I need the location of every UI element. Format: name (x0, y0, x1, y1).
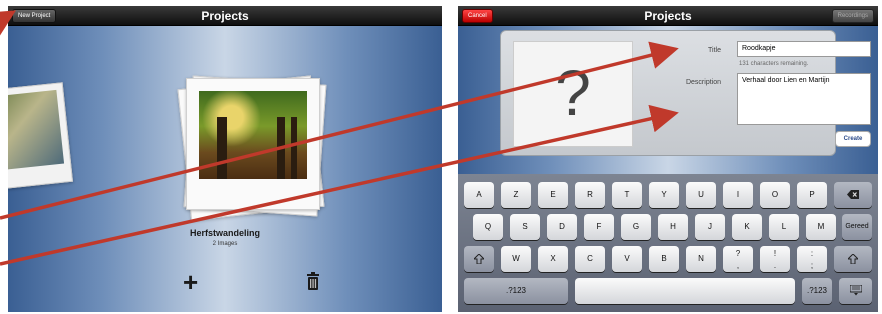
create-button[interactable]: Create (835, 131, 871, 147)
recordings-button[interactable]: Recordings (831, 9, 874, 23)
shift-key-right[interactable] (834, 246, 872, 272)
key-q[interactable]: Q (473, 214, 503, 240)
composite-screenshot: New Project Projects Herfstwandeling 2 I… (0, 0, 882, 314)
key-n[interactable]: N (686, 246, 716, 272)
stack-card-top (186, 78, 320, 210)
project-stack[interactable] (177, 72, 327, 222)
key-u[interactable]: U (686, 182, 716, 208)
keyboard-row-2: Q S D F G H J K L M Gereed (464, 214, 872, 240)
key-semicolon: ; (810, 261, 814, 270)
project-image-count: 2 Images (212, 241, 238, 247)
key-question-mark: ? (735, 249, 741, 258)
keyboard-row-3: W X C V B N ? , ! . : ; (464, 246, 872, 272)
key-c[interactable]: C (575, 246, 605, 272)
shift-key-left[interactable] (464, 246, 494, 272)
key-d[interactable]: D (547, 214, 577, 240)
key-comma: , (736, 261, 740, 270)
backspace-icon (847, 190, 859, 199)
title-label: Title (708, 47, 721, 54)
key-v[interactable]: V (612, 246, 642, 272)
new-project-screen: Cancel Projects Recordings ? Title Roodk… (458, 6, 878, 312)
question-mark-icon: ? (555, 57, 591, 129)
key-x[interactable]: X (538, 246, 568, 272)
hide-keyboard-key[interactable] (839, 278, 872, 304)
key-period: . (773, 261, 777, 270)
key-l[interactable]: L (769, 214, 799, 240)
key-s[interactable]: S (510, 214, 540, 240)
key-t[interactable]: T (612, 182, 642, 208)
key-r[interactable]: R (575, 182, 605, 208)
key-exclam-period[interactable]: ! . (760, 246, 790, 272)
photo-image (8, 89, 65, 171)
key-y[interactable]: Y (649, 182, 679, 208)
project-thumbnail-previous[interactable] (8, 82, 74, 190)
space-key[interactable] (575, 278, 795, 304)
forest-photo (199, 91, 307, 179)
numbers-key-left[interactable]: .?123 (464, 278, 568, 304)
key-a[interactable]: A (464, 182, 494, 208)
numbers-key-right[interactable]: .?123 (802, 278, 832, 304)
title-field[interactable]: Roodkapje (737, 41, 871, 57)
key-f[interactable]: F (584, 214, 614, 240)
new-project-form: ? Title Roodkapje 131 characters remaini… (500, 30, 871, 156)
chars-remaining: 131 characters remaining. (739, 61, 809, 67)
key-j[interactable]: J (695, 214, 725, 240)
onscreen-keyboard: A Z E R T Y U I O P Q S D F G H J K L M … (458, 174, 878, 312)
navbar: New Project Projects (8, 6, 442, 26)
key-colon-semicolon[interactable]: : ; (797, 246, 827, 272)
add-project-button[interactable]: + (183, 269, 198, 295)
key-p[interactable]: P (797, 182, 827, 208)
key-exclamation: ! (773, 249, 777, 258)
navbar: Cancel Projects Recordings (458, 6, 878, 26)
key-w[interactable]: W (501, 246, 531, 272)
key-colon: : (810, 249, 814, 258)
description-label: Description (685, 79, 721, 86)
key-b[interactable]: B (649, 246, 679, 272)
shift-icon (472, 253, 486, 265)
key-g[interactable]: G (621, 214, 651, 240)
keyboard-row-4: .?123 .?123 (464, 278, 872, 304)
trash-icon[interactable] (306, 272, 320, 290)
key-z[interactable]: Z (501, 182, 531, 208)
project-image-placeholder[interactable]: ? (513, 41, 633, 147)
page-title: Projects (644, 9, 692, 23)
keyboard-hide-icon (849, 284, 862, 296)
page-title: Projects (201, 9, 249, 23)
key-question-comma[interactable]: ? , (723, 246, 753, 272)
key-o[interactable]: O (760, 182, 790, 208)
key-m[interactable]: M (806, 214, 836, 240)
shift-icon (846, 253, 860, 265)
projects-list-screen: New Project Projects Herfstwandeling 2 I… (8, 6, 442, 312)
backspace-key[interactable] (834, 182, 872, 208)
key-h[interactable]: H (658, 214, 688, 240)
description-field[interactable]: Verhaal door Lien en Martijn (737, 73, 871, 125)
return-key[interactable]: Gereed (842, 214, 872, 240)
project-name: Herfstwandeling (189, 228, 260, 238)
key-e[interactable]: E (538, 182, 568, 208)
key-i[interactable]: I (723, 182, 753, 208)
key-k[interactable]: K (732, 214, 762, 240)
keyboard-row-1: A Z E R T Y U I O P (464, 182, 872, 208)
